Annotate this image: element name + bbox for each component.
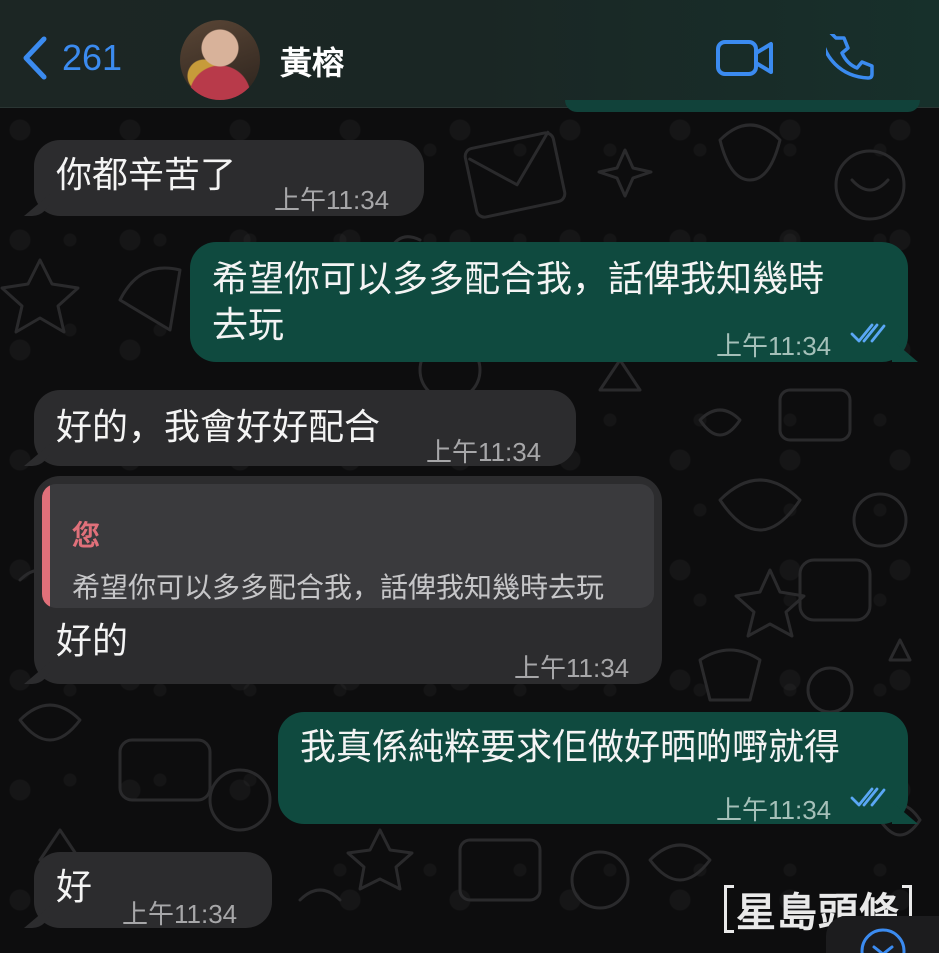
message-bubble-outgoing[interactable]: 希望你可以多多配合我，話俾我知幾時 去玩 上午11:34 <box>190 242 908 362</box>
previous-message-edge <box>565 100 920 112</box>
message-bubble-incoming-reply[interactable]: 您 希望你可以多多配合我，話俾我知幾時去玩 好的 上午11:34 <box>34 476 662 684</box>
contact-name[interactable]: 黃榕 <box>280 38 344 84</box>
message-time: 上午11:34 <box>122 899 238 929</box>
message-bubble-incoming[interactable]: 你都辛苦了 上午11:34 <box>34 140 424 216</box>
watermark-bracket-left <box>724 885 734 933</box>
reply-quote-author: 您 <box>72 519 101 552</box>
message-text: 你都辛苦了 <box>56 155 237 196</box>
message-time: 上午11:34 <box>274 185 390 215</box>
chat-header: 261 黃榕 <box>0 0 939 108</box>
message-time: 上午11:34 <box>514 653 630 683</box>
message-text: 好 <box>56 867 93 908</box>
message-time: 上午11:34 <box>426 437 542 467</box>
message-text-line-1: 希望你可以多多配合我，話俾我知幾時 <box>212 259 825 300</box>
avatar[interactable] <box>180 20 260 100</box>
double-check-icon <box>850 787 886 807</box>
message-text: 我真係純粹要求佢做好晒啲嘢就得 <box>300 727 841 768</box>
message-time: 上午11:34 <box>716 331 832 361</box>
scroll-to-bottom-button[interactable] <box>826 916 939 953</box>
video-camera-icon <box>716 40 773 76</box>
message-text: 好的，我會好好配合 <box>56 407 381 448</box>
back-button[interactable]: 261 <box>22 36 122 80</box>
double-check-icon <box>850 323 886 343</box>
video-call-button[interactable] <box>716 38 774 82</box>
chevron-down-icon <box>860 928 906 953</box>
message-bubble-outgoing[interactable]: 我真係純粹要求佢做好晒啲嘢就得 上午11:34 <box>278 712 908 825</box>
reply-quote-text: 希望你可以多多配合我，話俾我知幾時去玩 <box>72 571 605 604</box>
voice-call-button[interactable] <box>819 25 874 86</box>
phone-icon <box>819 25 874 80</box>
unread-count: 261 <box>62 37 123 78</box>
message-bubble-incoming[interactable]: 好的，我會好好配合 上午11:34 <box>34 390 576 467</box>
reply-quote-accent-bar <box>42 484 50 608</box>
reply-quote[interactable]: 您 希望你可以多多配合我，話俾我知幾時去玩 <box>42 484 654 608</box>
message-bubble-incoming[interactable]: 好 上午11:34 <box>34 852 272 929</box>
message-text-line-2: 去玩 <box>212 305 285 346</box>
message-time: 上午11:34 <box>716 795 832 825</box>
chevron-left-icon <box>23 36 47 80</box>
message-text: 好的 <box>56 621 129 662</box>
